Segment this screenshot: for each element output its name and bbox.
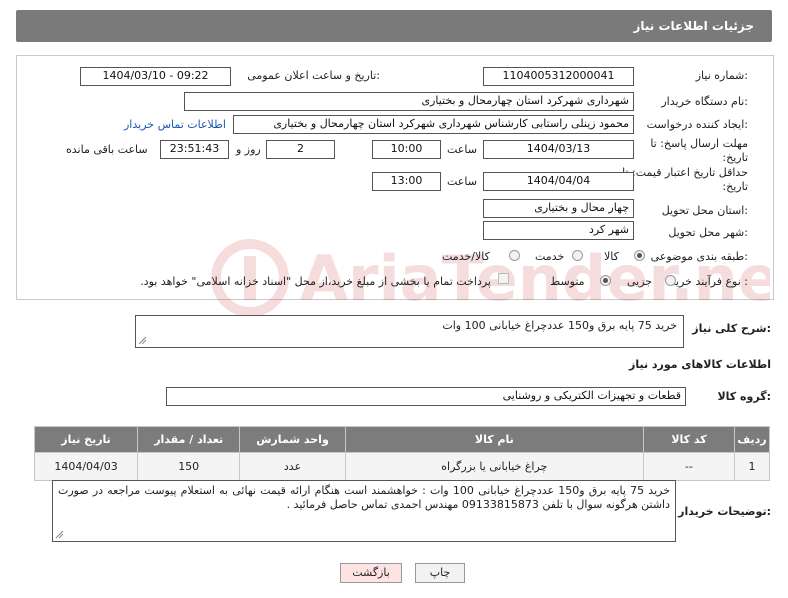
buyer-org-label: نام دستگاه خریدار: (661, 95, 748, 108)
goods-section-title: اطلاعات کالاهای مورد نیاز (629, 358, 771, 371)
table-row: 1 -- چراغ خیابانی یا بزرگراه عدد 150 140… (33, 452, 770, 481)
page-header: جزئیات اطلاعات نیاز (16, 10, 772, 42)
deadline-label: مهلت ارسال پاسخ: تا تاریخ: (650, 137, 748, 164)
cell-row: 1 (734, 452, 770, 481)
goods-table: ردیف کد کالا نام کالا واحد شمارش تعداد /… (33, 426, 770, 481)
cell-code: -- (642, 452, 736, 481)
buyer-notes-text: خرید 75 پایه برق و150 عددچراغ خیابانی 10… (58, 484, 670, 511)
general-desc-text: خرید 75 پایه برق و150 عددچراغ خیابانی 10… (442, 319, 677, 332)
cell-qty: 150 (137, 452, 241, 481)
province-label: استان محل تحویل: (661, 204, 748, 217)
buyer-contact-link[interactable]: اطلاعات تماس خریدار (124, 118, 226, 131)
col-unit: واحد شمارش (239, 426, 346, 453)
process-label: نوع فرآیند خرید : (670, 275, 748, 288)
price-time-field: 13:00 (372, 172, 441, 191)
resize-grip-icon[interactable] (138, 336, 147, 345)
price-date-field: 1404/04/04 (483, 172, 634, 191)
city-label: شهر محل تحویل: (668, 226, 748, 239)
deadline-time-label: ساعت (447, 143, 477, 156)
category-radio-goods[interactable] (634, 250, 645, 261)
process-radio-minor[interactable] (665, 275, 676, 286)
remaining-time-label: ساعت باقی مانده (66, 143, 148, 156)
days-count-field: 2 (266, 140, 335, 159)
payment-note: پرداخت تمام یا بخشی از مبلغ خرید،از محل … (140, 275, 491, 288)
deadline-time-field: 10:00 (372, 140, 441, 159)
cell-date: 1404/04/03 (33, 452, 139, 481)
print-button[interactable]: چاپ (415, 563, 465, 583)
remaining-time-field: 23:51:43 (160, 140, 229, 159)
cell-unit: عدد (239, 452, 346, 481)
category-option-goods-service: کالا/خدمت (442, 250, 490, 263)
category-option-service: خدمت (535, 250, 565, 263)
price-validity-label: حداقل تاریخ اعتبار قیمت: تا تاریخ: (622, 166, 748, 193)
col-qty: تعداد / مقدار (137, 426, 241, 453)
category-option-goods: کالا (604, 250, 619, 263)
need-number-field: 1104005312000041 (483, 67, 634, 86)
col-code: کد کالا (642, 426, 736, 453)
buyer-notes-textarea[interactable]: خرید 75 پایه برق و150 عددچراغ خیابانی 10… (52, 480, 676, 542)
resize-grip-icon[interactable] (55, 530, 64, 539)
col-row: ردیف (734, 426, 770, 453)
process-radio-medium[interactable] (600, 275, 611, 286)
back-button[interactable]: بازگشت (340, 563, 402, 583)
announce-datetime-field: 1404/03/10 - 09:22 (80, 67, 231, 86)
city-field: شهر کرد (483, 221, 634, 240)
category-label: طبقه بندی موضوعی: (650, 250, 748, 263)
creator-field: محمود زینلی راستابی کارشناس شهرداری شهرک… (233, 115, 634, 134)
process-option-medium: متوسط (550, 275, 585, 288)
creator-label: ایجاد کننده درخواست: (646, 118, 748, 131)
province-field: چهار محال و بختیاری (483, 199, 634, 218)
general-desc-label: شرح کلی نیاز: (692, 322, 771, 335)
deadline-date-field: 1404/03/13 (483, 140, 634, 159)
process-option-minor: جزیی (627, 275, 653, 288)
col-name: نام کالا (344, 426, 644, 453)
days-label: روز و (236, 143, 261, 156)
category-radio-goods-service[interactable] (509, 250, 520, 261)
page-title: جزئیات اطلاعات نیاز (633, 19, 754, 33)
buyer-org-field: شهرداری شهرکرد استان چهارمحال و بختیاری (184, 92, 634, 111)
buyer-notes-label: توضیحات خریدار: (678, 505, 771, 518)
col-date: تاریخ نیاز (33, 426, 139, 453)
need-number-label: شماره نیاز: (695, 69, 748, 82)
goods-group-field: قطعات و تجهیزات الکتریکی و روشنایی (166, 387, 686, 406)
category-radio-service[interactable] (572, 250, 583, 261)
goods-table-header: ردیف کد کالا نام کالا واحد شمارش تعداد /… (33, 426, 770, 453)
general-desc-textarea[interactable]: خرید 75 پایه برق و150 عددچراغ خیابانی 10… (135, 315, 684, 348)
price-time-label: ساعت (447, 175, 477, 188)
goods-group-label: گروه کالا: (717, 390, 771, 403)
treasury-bonds-checkbox[interactable] (498, 273, 509, 284)
announce-datetime-label: تاریخ و ساعت اعلان عمومی: (247, 69, 380, 82)
cell-name: چراغ خیابانی یا بزرگراه (344, 452, 644, 481)
